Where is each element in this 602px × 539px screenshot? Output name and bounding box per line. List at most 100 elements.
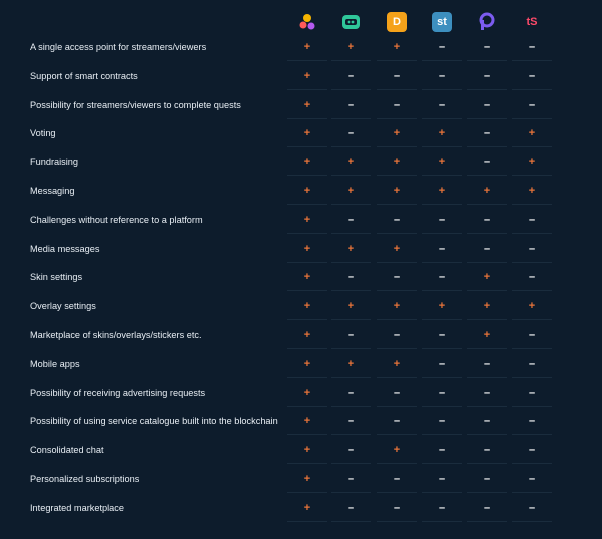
feature-label: Consolidated chat — [30, 445, 104, 456]
supported-mark: + — [377, 439, 417, 465]
supported-mark: + — [512, 180, 552, 205]
supported-mark: + — [287, 439, 327, 465]
table-row: Media messages + + + – – – — [0, 235, 602, 264]
ts-logo-icon: tS — [526, 16, 538, 28]
supported-mark: + — [287, 353, 327, 378]
unsupported-mark: – — [467, 382, 507, 407]
unsupported-mark: – — [331, 410, 371, 436]
supported-mark: + — [512, 122, 552, 148]
unsupported-mark: – — [422, 353, 462, 378]
unsupported-mark: – — [512, 94, 552, 119]
supported-mark: + — [287, 94, 327, 119]
unsupported-mark: – — [512, 36, 552, 61]
unsupported-mark: – — [422, 468, 462, 493]
table-row: Possibility of receiving advertising req… — [0, 379, 602, 408]
unsupported-mark: – — [377, 324, 417, 349]
supported-mark: + — [287, 209, 327, 234]
table-row: Personalized subscriptions + – – – – – — [0, 465, 602, 494]
unsupported-mark: – — [512, 209, 552, 234]
table-row: Skin settings + – – – + – — [0, 263, 602, 292]
d-logo-icon: D — [387, 12, 407, 32]
unsupported-mark: – — [422, 324, 462, 349]
supported-mark: + — [287, 410, 327, 436]
table-row: Possibility for streamers/viewers to com… — [0, 91, 602, 120]
p-logo-icon — [477, 12, 497, 32]
unsupported-mark: – — [512, 468, 552, 493]
table-row: Voting + – + + – + — [0, 119, 602, 148]
unsupported-mark: – — [377, 468, 417, 493]
unsupported-mark: – — [377, 382, 417, 407]
unsupported-mark: – — [377, 94, 417, 119]
supported-mark: + — [287, 324, 327, 349]
supported-mark: + — [287, 36, 327, 61]
supported-mark: + — [467, 180, 507, 205]
feature-label: Fundraising — [30, 157, 79, 168]
supported-mark: + — [287, 180, 327, 205]
supported-mark: + — [287, 266, 327, 292]
feature-label: Messaging — [30, 186, 75, 196]
st-logo-icon: st — [432, 12, 452, 32]
unsupported-mark: – — [331, 324, 371, 349]
feature-label: Possibility of using service catalogue b… — [30, 416, 278, 427]
unsupported-mark: – — [512, 353, 552, 378]
supported-mark: + — [422, 151, 462, 177]
unsupported-mark: – — [467, 410, 507, 436]
supported-mark: + — [377, 353, 417, 378]
unsupported-mark: – — [467, 36, 507, 61]
unsupported-mark: – — [331, 266, 371, 292]
unsupported-mark: – — [377, 266, 417, 292]
supported-mark: + — [422, 180, 462, 205]
supported-mark: + — [287, 122, 327, 148]
unsupported-mark: – — [422, 266, 462, 292]
feature-label: Integrated marketplace — [30, 502, 124, 513]
supported-mark: + — [377, 180, 417, 205]
feature-label: Challenges without reference to a platfo… — [30, 214, 203, 225]
supported-mark: + — [287, 497, 327, 522]
supported-mark: + — [422, 122, 462, 148]
feature-label: Mobile apps — [30, 358, 80, 369]
supported-mark: + — [422, 295, 462, 321]
supported-mark: + — [377, 122, 417, 148]
supported-mark: + — [287, 238, 327, 263]
feature-label: Possibility of receiving advertising req… — [30, 387, 206, 398]
unsupported-mark: – — [512, 324, 552, 349]
unsupported-mark: – — [377, 209, 417, 234]
unsupported-mark: – — [422, 209, 462, 234]
unsupported-mark: – — [467, 468, 507, 493]
unsupported-mark: – — [422, 94, 462, 119]
supported-mark: + — [512, 295, 552, 321]
feature-label: Support of smart contracts — [30, 70, 138, 81]
unsupported-mark: – — [331, 382, 371, 407]
supported-mark: + — [331, 238, 371, 263]
unsupported-mark: – — [331, 65, 371, 90]
feature-label: Overlay settings — [30, 301, 96, 312]
table-row: Possibility of using service catalogue b… — [0, 407, 602, 436]
unsupported-mark: – — [512, 238, 552, 263]
feature-label: Possibility for streamers/viewers to com… — [30, 99, 241, 110]
supported-mark: + — [287, 65, 327, 90]
unsupported-mark: – — [331, 497, 371, 522]
table-row: A single access point for streamers/view… — [0, 33, 602, 62]
supported-mark: + — [287, 151, 327, 177]
supported-mark: + — [331, 295, 371, 321]
feature-label: Skin settings — [30, 272, 83, 283]
supported-mark: + — [512, 151, 552, 177]
unsupported-mark: – — [467, 497, 507, 522]
supported-mark: + — [467, 295, 507, 321]
table-row: Integrated marketplace + – – – – – — [0, 494, 602, 523]
unsupported-mark: – — [422, 36, 462, 61]
feature-label: A single access point for streamers/view… — [30, 42, 207, 52]
unsupported-mark: – — [512, 439, 552, 465]
table-row: Support of smart contracts + – – – – – — [0, 62, 602, 91]
feature-label: Media messages — [30, 243, 100, 254]
unsupported-mark: – — [331, 122, 371, 148]
unsupported-mark: – — [512, 266, 552, 292]
supported-mark: + — [287, 382, 327, 407]
unsupported-mark: – — [467, 94, 507, 119]
unsupported-mark: – — [377, 410, 417, 436]
supported-mark: + — [331, 353, 371, 378]
unsupported-mark: – — [512, 497, 552, 522]
robot-face-icon — [341, 12, 361, 32]
feature-label: Marketplace of skins/overlays/stickers e… — [30, 330, 202, 340]
table-row: Marketplace of skins/overlays/stickers e… — [0, 321, 602, 350]
